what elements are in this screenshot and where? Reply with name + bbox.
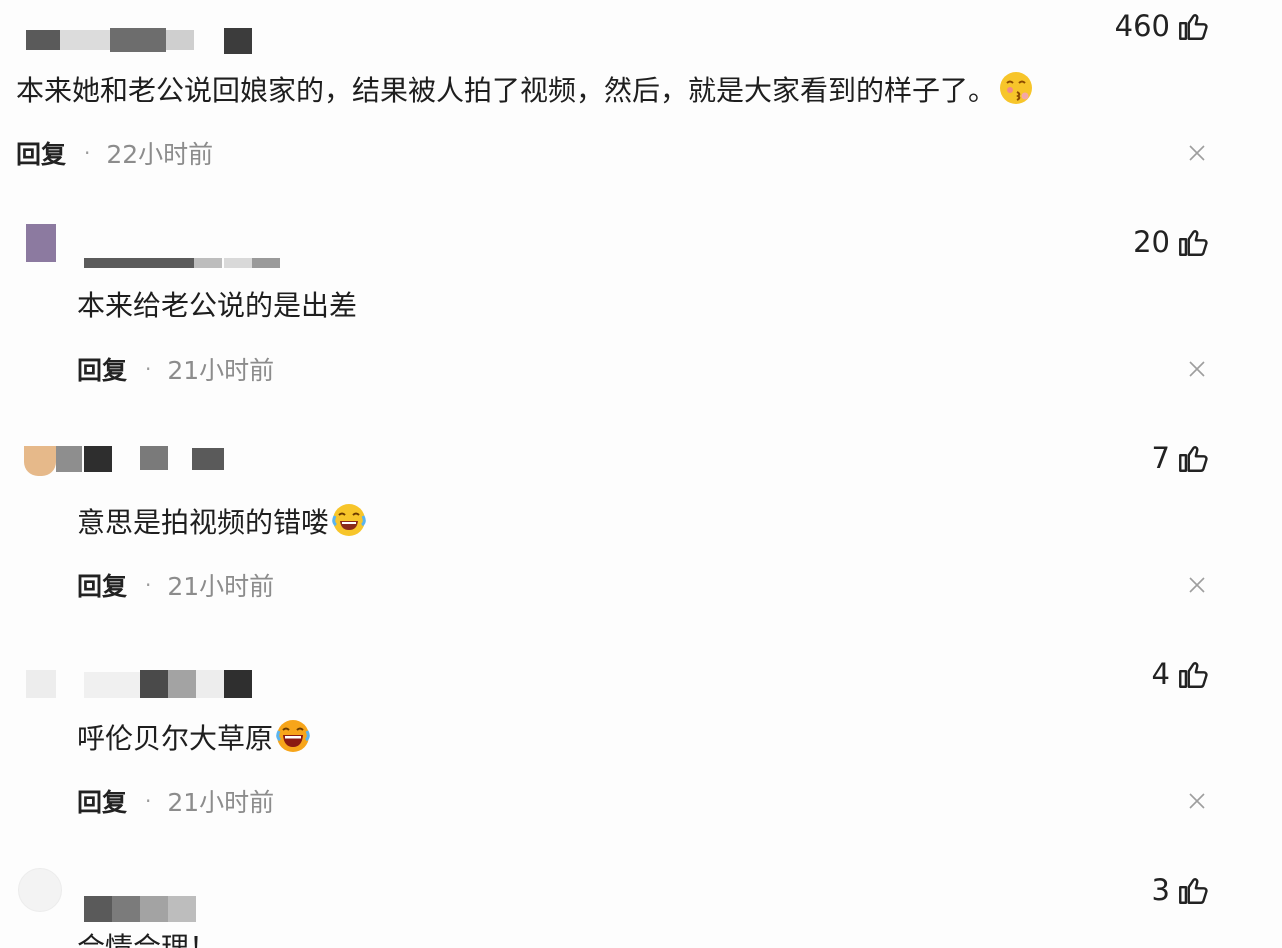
comment-item: 3 合情合理！	[0, 864, 1282, 948]
like-count: 7	[1151, 441, 1170, 475]
like-button[interactable]: 7	[1152, 438, 1210, 478]
comment-text-content: 合情合理！	[77, 931, 218, 948]
avatar[interactable]	[26, 670, 56, 698]
comment-text: 本来给老公说的是出差	[77, 286, 357, 326]
kiss-face-emoji	[1000, 72, 1033, 104]
like-count: 20	[1133, 225, 1170, 259]
comment-item: 460 本来她和老公说回娘家的，结果被人拍了视频，然后，就是大家看到的样子了。 …	[0, 0, 1282, 200]
comment-meta: 回复 · 21小时前	[77, 351, 274, 387]
laugh-cry-emoji	[276, 720, 310, 752]
like-button[interactable]: 3	[1152, 870, 1210, 910]
username-blurred[interactable]	[26, 28, 266, 58]
comment-time: 21小时前	[167, 572, 275, 601]
separator-dot: ·	[84, 141, 91, 165]
separator-dot: ·	[145, 357, 152, 381]
avatar[interactable]	[24, 446, 56, 476]
close-icon[interactable]	[1188, 792, 1206, 810]
comment-item: 20 本来给老公说的是出差 回复 · 21小时前	[0, 216, 1282, 416]
avatar[interactable]	[18, 868, 62, 912]
comment-text: 意思是拍视频的错喽	[77, 502, 367, 543]
like-button[interactable]: 4	[1152, 654, 1210, 694]
close-icon[interactable]	[1188, 360, 1206, 378]
like-count: 3	[1151, 873, 1170, 907]
separator-dot: ·	[145, 789, 152, 813]
username-blurred[interactable]	[24, 446, 244, 476]
reply-button[interactable]: 回复	[77, 567, 127, 603]
thumbs-up-icon	[1179, 878, 1208, 904]
comment-item: 7 意思是拍视频的错喽 回复 · 21小时前	[0, 432, 1282, 632]
comment-meta: 回复 · 21小时前	[77, 567, 274, 603]
comment-text-content: 本来给老公说的是出差	[77, 289, 358, 322]
like-count: 4	[1151, 657, 1170, 691]
close-icon[interactable]	[1188, 144, 1206, 162]
thumbs-up-icon	[1179, 230, 1208, 256]
reply-button[interactable]: 回复	[16, 135, 66, 171]
thumbs-up-icon	[1179, 14, 1208, 40]
laugh-cry-emoji	[332, 504, 366, 536]
like-button[interactable]: 460	[1115, 6, 1210, 46]
separator-dot: ·	[145, 573, 152, 597]
comment-text: 合情合理！	[77, 928, 217, 948]
username-blurred[interactable]	[26, 224, 286, 268]
comment-time: 22小时前	[106, 140, 214, 169]
reply-button[interactable]: 回复	[77, 351, 127, 387]
reply-button[interactable]: 回复	[77, 783, 127, 819]
like-button[interactable]: 20	[1133, 222, 1210, 262]
like-count: 460	[1114, 9, 1170, 43]
close-icon[interactable]	[1188, 576, 1206, 594]
comment-text: 本来她和老公说回娘家的，结果被人拍了视频，然后，就是大家看到的样子了。	[16, 70, 1034, 111]
comment-item: 4 呼伦贝尔大草原 回复 · 21小时前	[0, 648, 1282, 848]
comment-meta: 回复 · 22小时前	[16, 135, 213, 171]
comment-meta: 回复 · 21小时前	[77, 783, 274, 819]
username-blurred[interactable]	[18, 868, 218, 924]
comment-text-content: 呼伦贝尔大草原	[77, 722, 274, 755]
thumbs-up-icon	[1179, 662, 1208, 688]
comment-time: 21小时前	[167, 788, 275, 817]
comment-time: 21小时前	[167, 356, 275, 385]
username-blurred[interactable]	[26, 670, 256, 700]
comment-text: 呼伦贝尔大草原	[77, 718, 311, 759]
comment-text-content: 意思是拍视频的错喽	[77, 506, 330, 539]
thumbs-up-icon	[1179, 446, 1208, 472]
avatar[interactable]	[26, 224, 56, 262]
comment-text-content: 本来她和老公说回娘家的，结果被人拍了视频，然后，就是大家看到的样子了。	[16, 74, 997, 107]
